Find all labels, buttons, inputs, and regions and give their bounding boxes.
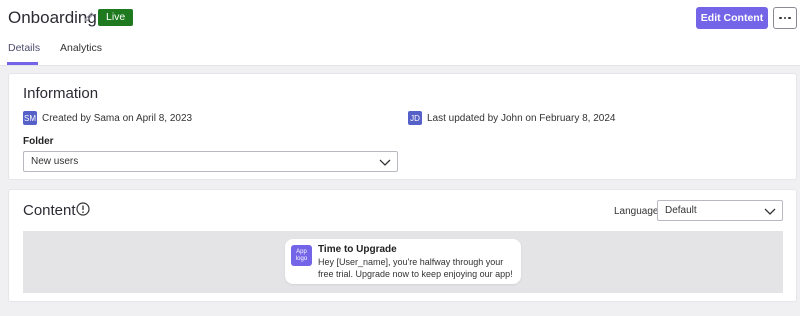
language-select[interactable]: Default [657,200,783,221]
app-logo: App logo [291,245,312,266]
dot-icon [788,16,791,20]
dot-icon [779,16,782,20]
language-value: Default [665,205,697,216]
chevron-down-icon [379,159,391,166]
top-bar: Onboarding Live Edit Content Details Ana… [0,0,800,66]
language-label: Language [614,206,659,217]
tab-analytics[interactable]: Analytics [60,42,102,54]
avatar: SM [23,111,37,125]
preview-body: Hey [User_name], you're halfway through … [318,257,513,279]
avatar: JD [408,111,422,125]
content-preview-area: App logo Time to Upgrade Hey [User_name]… [23,231,783,293]
notification-preview: App logo Time to Upgrade Hey [User_name]… [285,239,521,284]
more-options-button[interactable] [773,7,797,29]
information-title: Information [23,85,99,102]
content-title: Content [23,202,76,219]
content-card: Content Language Default App logo Time t… [8,189,797,302]
created-text: Created by Sama on April 8, 2023 [42,113,193,124]
updated-text: Last updated by John on February 8, 2024 [427,113,616,124]
preview-title: Time to Upgrade [318,244,397,255]
tab-details[interactable]: Details [8,42,40,54]
folder-label: Folder [23,136,54,147]
dot-icon [783,16,787,20]
info-icon[interactable] [76,202,90,216]
folder-value: New users [31,156,79,167]
edit-content-button[interactable]: Edit Content [696,7,768,29]
information-card: Information SM Created by Sama on April … [8,73,797,180]
pencil-icon[interactable] [83,11,95,23]
active-tab-indicator [7,62,38,65]
chevron-down-icon [764,208,776,215]
status-badge: Live [98,9,134,26]
folder-select[interactable]: New users [23,151,398,172]
